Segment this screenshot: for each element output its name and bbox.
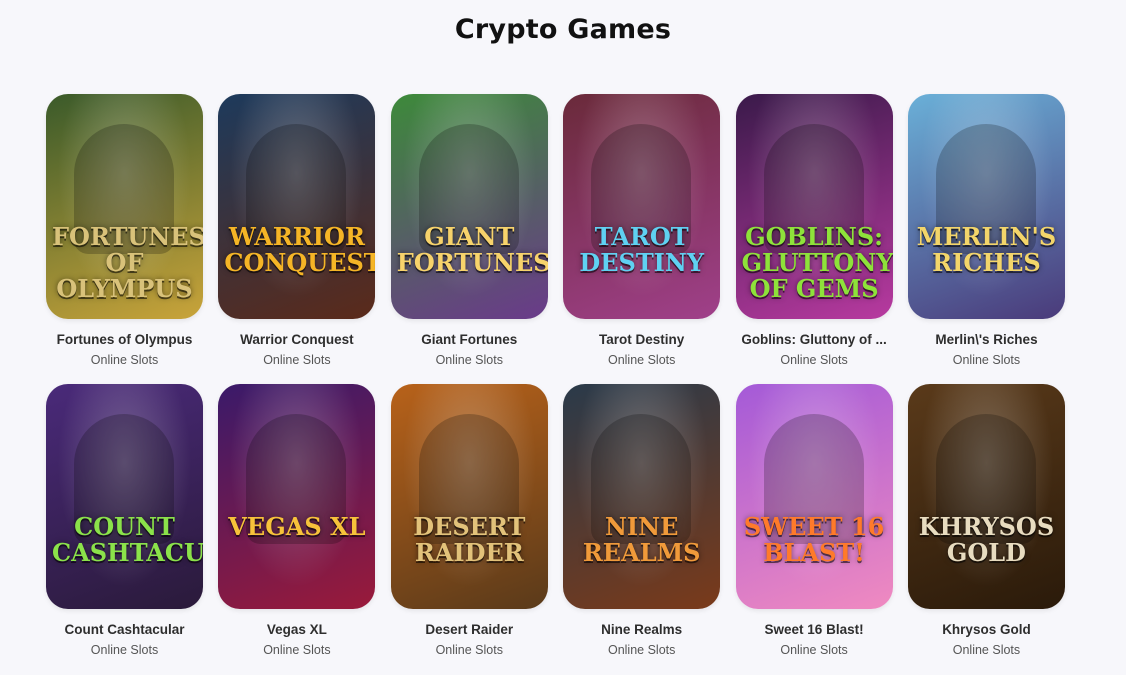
game-logo: Giant Fortunes	[396, 222, 548, 277]
game-title[interactable]: Fortunes of Olympus	[46, 332, 203, 347]
game-thumbnail[interactable]: Khrysos Gold	[907, 384, 1065, 609]
game-category: Online Slots	[780, 353, 848, 367]
game-title[interactable]: Vegas XL	[218, 622, 375, 637]
game-thumbnail[interactable]: Giant Fortunes	[390, 94, 548, 319]
game-title[interactable]: Nine Realms	[563, 622, 720, 637]
game-thumbnail[interactable]: Vegas XL	[218, 384, 376, 609]
game-title[interactable]: Goblins: Gluttony of ...	[736, 332, 893, 347]
game-thumbnail[interactable]: Nine Realms	[563, 384, 721, 609]
game-card[interactable]: Warrior Conquest Warrior Conquest Online S…	[218, 94, 376, 384]
game-logo: Desert Raider	[413, 512, 526, 567]
game-category: Online Slots	[263, 353, 331, 367]
game-logo: Sweet 16 Blast!	[743, 512, 885, 567]
game-card[interactable]: Vegas XL Vegas XL Online Slots	[218, 384, 376, 674]
game-category: Online Slots	[607, 353, 676, 367]
game-logo: Warrior Conquest	[224, 222, 376, 277]
game-card[interactable]: Desert Raider Desert Raider Online Slots	[390, 384, 548, 674]
game-title[interactable]: Merlin\'s Riches	[908, 332, 1065, 347]
game-card[interactable]: Fortunes of Olympus Fortunes of Olympus On…	[46, 94, 203, 384]
game-thumbnail[interactable]: Goblins: Gluttony of Gems	[735, 94, 893, 319]
game-thumbnail[interactable]: Warrior Conquest	[218, 94, 376, 319]
game-logo: Nine Realms	[582, 512, 701, 567]
game-card[interactable]: Merlin's Riches Merlin\'s Riches Online Sl…	[907, 94, 1065, 384]
game-title[interactable]: Warrior Conquest	[218, 332, 375, 347]
game-logo: Merlin's Riches	[916, 222, 1057, 277]
game-category: Online Slots	[435, 353, 503, 367]
game-logo: Khrysos Gold	[918, 512, 1055, 567]
game-title[interactable]: Sweet 16 Blast!	[736, 622, 893, 637]
game-logo: Vegas XL	[228, 512, 366, 541]
game-thumbnail[interactable]: Merlin's Riches	[907, 94, 1065, 319]
game-logo: Fortunes of Olympus	[52, 222, 203, 303]
game-thumbnail[interactable]: Desert Raider	[390, 384, 548, 609]
game-logo: Goblins: Gluttony of Gems	[741, 222, 893, 303]
game-card[interactable]: Nine Realms Nine Realms Online Slots	[563, 384, 721, 674]
game-thumbnail[interactable]: Tarot Destiny	[563, 94, 721, 319]
game-title[interactable]: Desert Raider	[391, 622, 548, 637]
game-card[interactable]: Tarot Destiny Tarot Destiny Online Slots	[563, 94, 721, 384]
game-category: Online Slots	[607, 643, 676, 657]
game-thumbnail[interactable]: Sweet 16 Blast!	[735, 384, 893, 609]
game-category: Online Slots	[90, 643, 159, 657]
game-card[interactable]: Giant Fortunes Giant Fortunes Online Slots	[390, 94, 548, 384]
game-logo: Tarot Destiny	[579, 222, 704, 277]
game-category: Online Slots	[780, 643, 848, 657]
game-title[interactable]: Khrysos Gold	[908, 622, 1065, 637]
games-grid: Fortunes of Olympus Fortunes of Olympus On…	[46, 94, 1065, 674]
game-card[interactable]: Sweet 16 Blast! Sweet 16 Blast! Online Slo…	[735, 384, 893, 674]
game-title[interactable]: Count Cashtacular	[46, 622, 203, 637]
game-card[interactable]: Khrysos Gold Khrysos Gold Online Slots	[907, 384, 1065, 674]
game-category: Online Slots	[952, 643, 1021, 657]
game-category: Online Slots	[263, 643, 331, 657]
game-thumbnail[interactable]: Count Cashtacular	[46, 384, 203, 609]
game-thumbnail[interactable]: Fortunes of Olympus	[46, 94, 203, 319]
game-logo: Count Cashtacular	[52, 512, 203, 567]
game-title[interactable]: Giant Fortunes	[391, 332, 548, 347]
game-card[interactable]: Goblins: Gluttony of Gems Goblins: Glutto…	[735, 94, 893, 384]
game-category: Online Slots	[435, 643, 503, 657]
game-card[interactable]: Count Cashtacular Count Cashtacular Online…	[46, 384, 203, 674]
page-title: Crypto Games	[454, 14, 672, 45]
game-category: Online Slots	[952, 353, 1021, 367]
game-title[interactable]: Tarot Destiny	[563, 332, 720, 347]
game-category: Online Slots	[90, 353, 159, 367]
